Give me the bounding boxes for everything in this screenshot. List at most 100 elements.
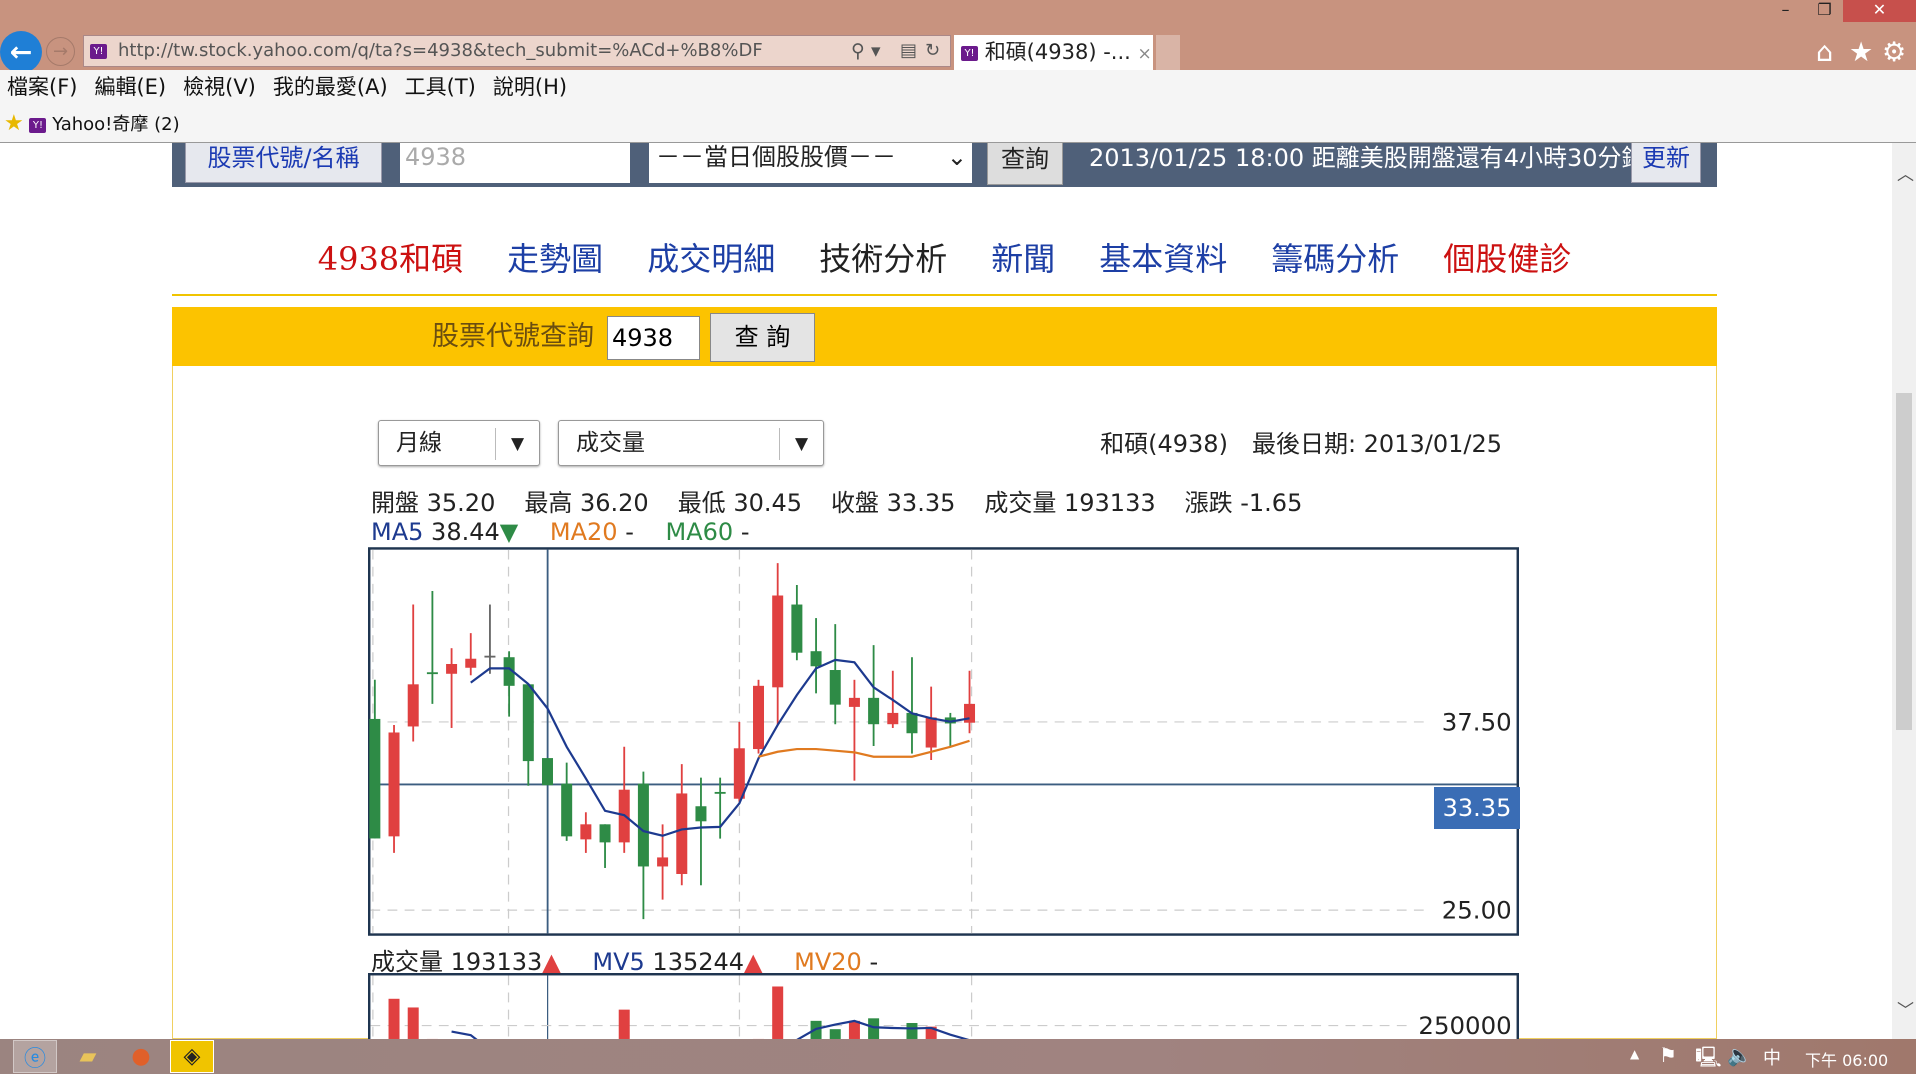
gear-icon[interactable]: ⚙ [1882, 37, 1906, 68]
forward-button[interactable]: → [46, 37, 75, 66]
star-favorites-icon[interactable]: ★ [1849, 37, 1873, 68]
menu-view[interactable]: 檢視(V) [183, 75, 256, 99]
volume-label: 成交量 [371, 948, 443, 976]
candle-body [772, 596, 783, 688]
close-window-button[interactable]: ✕ [1843, 0, 1916, 22]
candle-body [484, 656, 495, 658]
favorites-star-icon[interactable]: ★ [4, 111, 24, 136]
tab-0[interactable]: 4938和碩 [318, 232, 463, 294]
back-button[interactable]: ← [0, 31, 42, 73]
favorite-link[interactable]: Y! Yahoo!奇摩 (2) [29, 114, 179, 135]
volume-tick-label: 250000 [1418, 1011, 1511, 1039]
arrow-right-icon: → [53, 41, 68, 62]
volume-legend: 成交量 193133▲ MV5 135244▲ MV20 - [371, 942, 878, 977]
tab-title: 和碩(4938) -... [985, 40, 1131, 64]
tab-2[interactable]: 成交明細 [647, 232, 775, 294]
ma5-label: MA5 [371, 518, 423, 546]
arrow-left-icon: ← [10, 37, 33, 68]
compat-view-icon[interactable]: ▤ [900, 36, 917, 66]
ma60-label: MA60 [666, 518, 734, 546]
candle-body [734, 748, 745, 798]
search-icon[interactable]: ⚲ ▾ [851, 36, 881, 66]
candle-body [811, 651, 822, 666]
scroll-up-icon[interactable]: ︿ [1897, 160, 1914, 185]
indicator-value: 成交量 [576, 430, 645, 456]
ma60-value: - [741, 518, 750, 546]
volume-bar [849, 1021, 860, 1039]
favorite-label: Yahoo!奇摩 (2) [52, 114, 179, 135]
candle-body [830, 670, 841, 705]
menu-favorites[interactable]: 我的最愛(A) [273, 75, 388, 99]
internet-explorer-icon[interactable]: ⓔ [13, 1040, 57, 1073]
menu-edit[interactable]: 編輯(E) [94, 75, 166, 99]
menu-file[interactable]: 檔案(F) [7, 75, 77, 99]
candle-body [580, 824, 591, 839]
flag-icon[interactable]: ⚑ [1659, 1043, 1677, 1067]
candle-body [523, 684, 534, 761]
clock[interactable]: 下午 06:00 [1805, 1047, 1888, 1071]
menu-bar: 檔案(F) 編輯(E) 檢視(V) 我的最愛(A) 工具(T) 說明(H) [0, 70, 1916, 105]
candle-body [369, 719, 380, 839]
indicator-select[interactable]: 成交量 ▼ [558, 420, 824, 466]
candle-body [849, 698, 860, 707]
select-value: －－當日個股股價－－ [656, 143, 896, 171]
tab-5[interactable]: 基本資料 [1099, 232, 1227, 294]
ma20-label: MA20 [550, 518, 618, 546]
stat-low: 最低 30.45 [678, 483, 802, 518]
dropdown-arrow-icon: ▼ [495, 428, 539, 460]
minimize-button[interactable]: – [1767, 0, 1804, 22]
period-select[interactable]: 月線 ▼ [378, 420, 540, 466]
candle-body [715, 792, 726, 794]
yahoo-favicon-icon: Y! [961, 46, 978, 61]
up-triangle-icon: ▲ [542, 948, 560, 976]
ma-legend: MA5 38.44▼ MA20 - MA60 - [371, 518, 749, 546]
network-icon[interactable]: 🖳 [1695, 1043, 1722, 1077]
firefox-icon[interactable]: ● [119, 1040, 163, 1073]
period-value: 月線 [396, 430, 442, 456]
quote-code-input[interactable]: 4938 [607, 316, 700, 360]
file-explorer-icon[interactable]: ▰ [66, 1040, 110, 1073]
refresh-icon[interactable]: ↻ [925, 36, 940, 66]
quote-query-button[interactable]: 查 詢 [710, 313, 815, 362]
dropdown-arrow-icon: ▼ [779, 428, 823, 460]
candle-body [465, 659, 476, 668]
menu-help[interactable]: 說明(H) [493, 75, 567, 99]
address-bar[interactable]: Y! http://tw.stock.yahoo.com/q/ta?s=4938… [83, 35, 951, 67]
volume-bar [619, 1010, 630, 1039]
new-tab-button[interactable] [1156, 35, 1180, 70]
yahoo-favicon-icon: Y! [29, 118, 46, 133]
candle-body [427, 672, 438, 674]
home-icon[interactable]: ⌂ [1816, 37, 1833, 68]
screen: – ❐ ✕ ← → Y! http://tw.stock.yahoo.com/q… [0, 0, 1916, 1074]
vertical-scrollbar[interactable]: ︿ ﹀ [1892, 143, 1916, 1039]
close-tab-icon[interactable]: × [1137, 44, 1151, 64]
ma20-value: - [625, 518, 634, 546]
candle-body [542, 758, 553, 785]
volume-icon[interactable]: 🔈 [1727, 1043, 1752, 1067]
taskbar: ⓔ ▰ ● ◈ ▲ ⚑ 🖳 🔈 中 下午 06:00 [0, 1039, 1916, 1074]
ma5-value: 38.44 [431, 518, 500, 546]
restore-button[interactable]: ❐ [1806, 0, 1843, 22]
scroll-down-icon[interactable]: ﹀ [1897, 996, 1914, 1021]
current-price-label: 33.35 [1434, 787, 1520, 829]
web-page: 股票代號/名稱 4938 －－當日個股股價－－⌄ 查詢 2013/01/25 1… [0, 143, 1892, 1039]
tab-7[interactable]: 個股健診 [1443, 232, 1571, 294]
mv20-label: MV20 [794, 948, 862, 976]
candle-body [389, 732, 400, 836]
tab-6[interactable]: 籌碼分析 [1271, 232, 1399, 294]
menu-tools[interactable]: 工具(T) [405, 75, 476, 99]
scrollbar-thumb[interactable] [1896, 393, 1912, 730]
volume-frame [369, 974, 1518, 1039]
browser-tab[interactable]: Y! 和碩(4938) -... × [954, 35, 1153, 70]
candle-body [657, 857, 668, 866]
tab-1[interactable]: 走勢圖 [507, 232, 603, 294]
candle-body [753, 686, 764, 749]
candlestick-chart: 37.5025.00 [368, 547, 1519, 936]
candle-body [638, 784, 649, 867]
tab-4[interactable]: 新聞 [991, 232, 1055, 294]
app-icon[interactable]: ◈ [170, 1040, 214, 1073]
price-tick-label: 37.50 [1442, 708, 1512, 737]
ime-indicator[interactable]: 中 [1763, 1044, 1781, 1070]
tab-3[interactable]: 技術分析 [819, 232, 947, 294]
show-hidden-icons-icon[interactable]: ▲ [1630, 1047, 1639, 1061]
